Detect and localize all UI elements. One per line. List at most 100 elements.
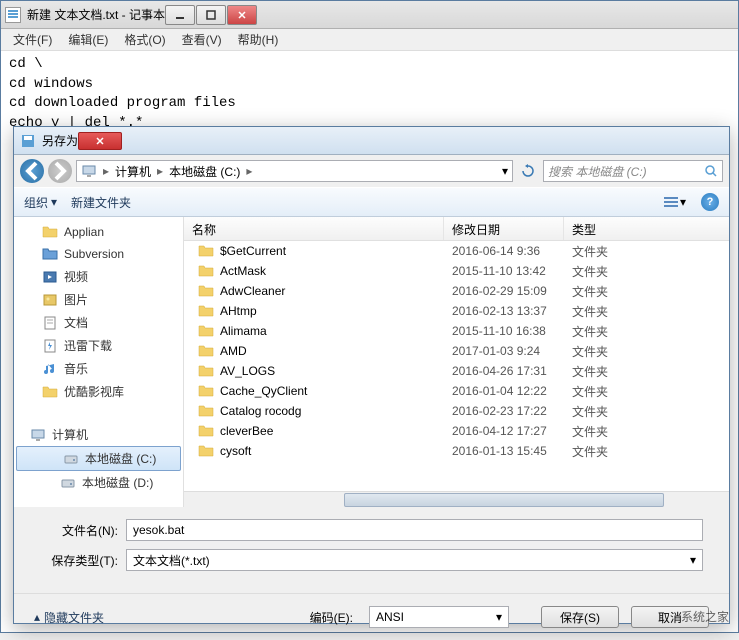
file-row[interactable]: ActMask2015-11-10 13:42文件夹 [184, 261, 729, 281]
file-row[interactable]: AMD2017-01-03 9:24文件夹 [184, 341, 729, 361]
file-date: 2016-01-04 12:22 [444, 380, 564, 402]
sidebar: ApplianSubversion视频图片文档迅雷下载音乐优酷影视库计算机本地磁… [14, 217, 184, 507]
new-folder-button[interactable]: 新建文件夹 [71, 194, 131, 211]
horizontal-scrollbar[interactable] [184, 491, 729, 507]
sidebar-disk[interactable]: 本地磁盘 (C:) [16, 446, 181, 471]
file-type: 文件夹 [564, 439, 644, 464]
sidebar-item[interactable]: 视频 [14, 265, 183, 288]
menu-file[interactable]: 文件(F) [5, 29, 60, 50]
organize-button[interactable]: 组织 ▾ [24, 194, 57, 211]
help-button[interactable]: ? [701, 193, 719, 211]
sidebar-item-label: 迅雷下载 [64, 337, 112, 354]
sidebar-item[interactable]: 图片 [14, 288, 183, 311]
file-date: 2015-11-10 16:38 [444, 320, 564, 342]
list-icon [664, 196, 678, 208]
close-button[interactable] [227, 5, 257, 25]
sidebar-item-label: 图片 [64, 291, 88, 308]
nav-back-button[interactable] [20, 159, 44, 183]
col-header-date[interactable]: 修改日期 [444, 217, 564, 240]
file-row[interactable]: Alimama2015-11-10 16:38文件夹 [184, 321, 729, 341]
sidebar-item[interactable]: Applian [14, 221, 183, 243]
file-name: $GetCurrent [220, 244, 286, 258]
menu-format[interactable]: 格式(O) [116, 29, 173, 50]
sidebar-item[interactable]: 音乐 [14, 357, 183, 380]
file-row[interactable]: Catalog rocodg2016-02-23 17:22文件夹 [184, 401, 729, 421]
view-mode-button[interactable]: ▾ [657, 191, 693, 213]
file-row[interactable]: cysoft2016-01-13 15:45文件夹 [184, 441, 729, 461]
col-header-name[interactable]: 名称 [184, 217, 444, 240]
save-button[interactable]: 保存(S) [541, 606, 619, 628]
sidebar-item[interactable]: Subversion [14, 243, 183, 265]
filename-input[interactable] [126, 519, 703, 541]
encoding-label: 编码(E): [310, 609, 353, 626]
hide-folders-toggle[interactable]: ▴ 隐藏文件夹 [34, 609, 104, 626]
notepad-titlebar[interactable]: 新建 文本文档.txt - 记事本 [1, 1, 738, 29]
file-row[interactable]: AV_LOGS2016-04-26 17:31文件夹 [184, 361, 729, 381]
chevron-up-icon: ▴ [34, 610, 40, 624]
file-name: cleverBee [220, 424, 273, 438]
sidebar-item[interactable]: 迅雷下载 [14, 334, 183, 357]
menu-edit[interactable]: 编辑(E) [60, 29, 116, 50]
file-date: 2016-04-12 17:27 [444, 420, 564, 442]
menu-help[interactable]: 帮助(H) [230, 29, 287, 50]
sidebar-item[interactable]: 优酷影视库 [14, 380, 183, 403]
list-header: 名称 修改日期 类型 [184, 217, 729, 241]
chevron-right-icon: ▸ [242, 164, 256, 178]
minimize-button[interactable] [165, 5, 195, 25]
menu-view[interactable]: 查看(V) [174, 29, 230, 50]
file-date: 2015-11-10 13:42 [444, 260, 564, 282]
watermark: 系统之家 [681, 608, 729, 625]
file-row[interactable]: AHtmp2016-02-13 13:37文件夹 [184, 301, 729, 321]
sidebar-item[interactable]: 文档 [14, 311, 183, 334]
file-row[interactable]: AdwCleaner2016-02-29 15:09文件夹 [184, 281, 729, 301]
filetype-select[interactable]: 文本文档(*.txt) ▾ [126, 549, 703, 571]
filetype-label: 保存类型(T): [40, 552, 118, 569]
refresh-button[interactable] [517, 160, 539, 182]
breadcrumb[interactable]: ▸ 计算机 ▸ 本地磁盘 (C:) ▸ ▾ [76, 160, 513, 182]
file-name: ActMask [220, 264, 266, 278]
file-name: Catalog rocodg [220, 404, 301, 418]
file-list: 名称 修改日期 类型 $GetCurrent2016-06-14 9:36文件夹… [184, 217, 729, 507]
sidebar-item-label: Applian [64, 225, 104, 239]
sidebar-item-label: 优酷影视库 [64, 383, 124, 400]
file-date: 2017-01-03 9:24 [444, 340, 564, 362]
computer-icon [81, 163, 97, 179]
file-date: 2016-02-29 15:09 [444, 280, 564, 302]
crumb-disk[interactable]: 本地磁盘 (C:) [169, 163, 240, 180]
file-date: 2016-02-23 17:22 [444, 400, 564, 422]
dialog-title: 另存为 [42, 132, 78, 149]
file-row[interactable]: Cache_QyClient2016-01-04 12:22文件夹 [184, 381, 729, 401]
file-date: 2016-02-13 13:37 [444, 300, 564, 322]
sidebar-computer[interactable]: 计算机 [14, 423, 183, 446]
file-name: AMD [220, 344, 247, 358]
chevron-down-icon: ▾ [680, 195, 686, 209]
file-name: AdwCleaner [220, 284, 285, 298]
encoding-select[interactable]: ANSI ▾ [369, 606, 509, 628]
dialog-titlebar[interactable]: 另存为 [14, 127, 729, 155]
breadcrumb-dropdown[interactable]: ▾ [502, 164, 508, 178]
sidebar-disk[interactable]: 本地磁盘 (D:) [14, 471, 183, 494]
notepad-content[interactable]: cd \ cd windows cd downloaded program fi… [1, 51, 738, 137]
filename-label: 文件名(N): [40, 522, 118, 539]
crumb-computer[interactable]: 计算机 [115, 163, 151, 180]
sidebar-item-label: Subversion [64, 247, 124, 261]
chevron-right-icon: ▸ [153, 164, 167, 178]
nav-forward-button[interactable] [48, 159, 72, 183]
maximize-button[interactable] [196, 5, 226, 25]
chevron-right-icon: ▸ [99, 164, 113, 178]
file-row[interactable]: $GetCurrent2016-06-14 9:36文件夹 [184, 241, 729, 261]
file-name: AHtmp [220, 304, 257, 318]
file-name: Cache_QyClient [220, 384, 307, 398]
chevron-down-icon: ▾ [496, 610, 502, 624]
notepad-menubar: 文件(F) 编辑(E) 格式(O) 查看(V) 帮助(H) [1, 29, 738, 51]
file-row[interactable]: cleverBee2016-04-12 17:27文件夹 [184, 421, 729, 441]
search-placeholder: 搜索 本地磁盘 (C:) [548, 163, 647, 180]
file-name: Alimama [220, 324, 267, 338]
file-name: cysoft [220, 444, 251, 458]
dialog-close-button[interactable] [78, 132, 122, 150]
search-input[interactable]: 搜索 本地磁盘 (C:) [543, 160, 723, 182]
save-icon [20, 133, 36, 149]
sidebar-item-label: 视频 [64, 268, 88, 285]
col-header-type[interactable]: 类型 [564, 217, 644, 240]
sidebar-item-label: 文档 [64, 314, 88, 331]
